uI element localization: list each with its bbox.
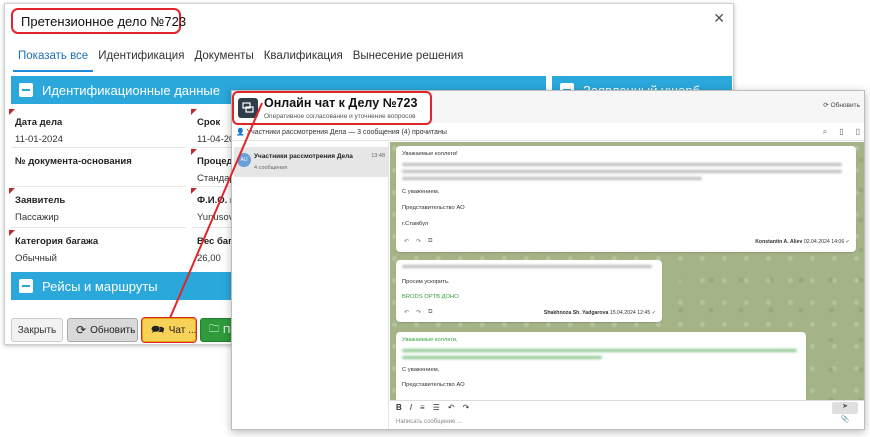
collapse-icon[interactable] — [19, 83, 33, 97]
field-basis-doc: № документа-основания — [15, 156, 132, 167]
message-area: Уважаемые коллеги! С уважением, Представ… — [390, 142, 864, 400]
message: Уважаемые коллеги, С уважением, Представ… — [396, 332, 806, 400]
required-flag-icon — [191, 109, 197, 115]
chat-icon: 🗪 — [151, 323, 165, 336]
refresh-button[interactable]: ⟳ Обновить — [67, 318, 138, 342]
conversation-count: 4 сообщения — [254, 165, 288, 171]
window-icon[interactable]: ▯ — [839, 127, 843, 137]
close-button[interactable]: Закрыть — [11, 318, 63, 342]
required-flag-icon — [191, 149, 197, 155]
field-applicant: Заявитель Пассажир — [15, 195, 66, 223]
chat-title: Онлайн чат к Делу №723 — [264, 96, 418, 110]
field-baggage-category: Категория багажа Обычный — [15, 236, 99, 264]
required-flag-icon — [9, 109, 15, 115]
copy-icon: ⧉ — [428, 238, 433, 244]
required-flag-icon — [191, 188, 197, 194]
button-bar: Закрыть ⟳ Обновить 🗪 Чат ... 🗀 Пер — [11, 317, 260, 343]
field-deadline: Срок 11-04-20 — [197, 117, 235, 145]
tab-qualification[interactable]: Квалификация — [259, 48, 348, 72]
section-routes[interactable]: Рейсы и маршруты — [11, 272, 241, 300]
required-flag-icon — [9, 188, 15, 194]
forward-icon: ↷ — [416, 239, 422, 245]
copy-icon: ⧉ — [428, 309, 433, 315]
bullet-list-button[interactable]: ≡ — [420, 403, 425, 412]
bold-button[interactable]: B — [396, 403, 402, 412]
tab-identification[interactable]: Идентификация — [93, 48, 189, 72]
chat-icon — [238, 98, 258, 118]
tab-show-all[interactable]: Показать все — [13, 48, 94, 72]
italic-button[interactable]: I — [410, 403, 412, 412]
tab-documents[interactable]: Документы — [189, 48, 258, 72]
close-icon[interactable]: ✕ — [713, 10, 725, 27]
attach-icon[interactable]: 📎 — [832, 415, 858, 427]
forward-icon: ↷ — [416, 310, 422, 316]
numbered-list-button[interactable]: ☰ — [433, 403, 440, 412]
conversation-list: AU Участники рассмотрения Дела 4 сообщен… — [232, 142, 389, 429]
chat-subtitle: Оперативное согласование и уточнение воп… — [264, 113, 416, 120]
search-icon[interactable]: ⌕ — [823, 127, 827, 137]
undo-button[interactable]: ↶ — [448, 403, 455, 412]
collapse-icon[interactable] — [19, 279, 33, 293]
tab-decision[interactable]: Вынесение решения — [348, 48, 469, 72]
section-title: Рейсы и маршруты — [42, 278, 158, 294]
participants-icon: 👤 — [236, 129, 245, 136]
folder-icon: 🗀 — [209, 323, 219, 335]
chat-status-bar: 👤 Участники рассмотрения Дела — 3 сообще… — [232, 125, 864, 141]
conversation-time: 13:48 — [371, 153, 385, 159]
copy-icon[interactable]: ▯ — [856, 127, 860, 137]
section-title: Идентификационные данные — [42, 82, 220, 98]
conversation-name: Участники рассмотрения Дела — [254, 153, 353, 160]
dialog-title: Претензионное дело №723 — [11, 8, 186, 34]
reply-icon: ↶ — [404, 310, 410, 316]
chat-window: ⟳ Обновить Онлайн чат к Делу №723 Операт… — [231, 90, 865, 430]
chat-header: Онлайн чат к Делу №723 Оперативное согла… — [232, 91, 432, 125]
send-button[interactable]: ➤ — [832, 402, 858, 414]
chat-status-text: Участники рассмотрения Дела — 3 сообщени… — [246, 129, 447, 136]
field-case-date: Дата дела 11-01-2024 — [15, 117, 63, 145]
chat-refresh-button[interactable]: ⟳ Обновить — [823, 101, 860, 109]
redo-button[interactable]: ↷ — [463, 403, 470, 412]
chat-button[interactable]: 🗪 Чат ... — [141, 317, 197, 343]
refresh-icon: ⟳ — [76, 323, 87, 337]
message-input[interactable]: Написать сообщение ... — [390, 414, 830, 429]
message: Просим ускорить. BRODS OPTB ДОНО ↶ ↷ ⧉ Sha… — [396, 260, 662, 322]
tab-bar: Показать все Идентификация Документы Ква… — [13, 48, 468, 72]
reply-icon: ↶ — [404, 239, 410, 245]
format-toolbar: B I ≡ ☰ ↶ ↷ — [390, 400, 864, 414]
conversation-item[interactable]: AU Участники рассмотрения Дела 4 сообщен… — [234, 147, 388, 177]
avatar: AU — [237, 153, 251, 167]
message: Уважаемые коллеги! С уважением, Представ… — [396, 146, 856, 252]
